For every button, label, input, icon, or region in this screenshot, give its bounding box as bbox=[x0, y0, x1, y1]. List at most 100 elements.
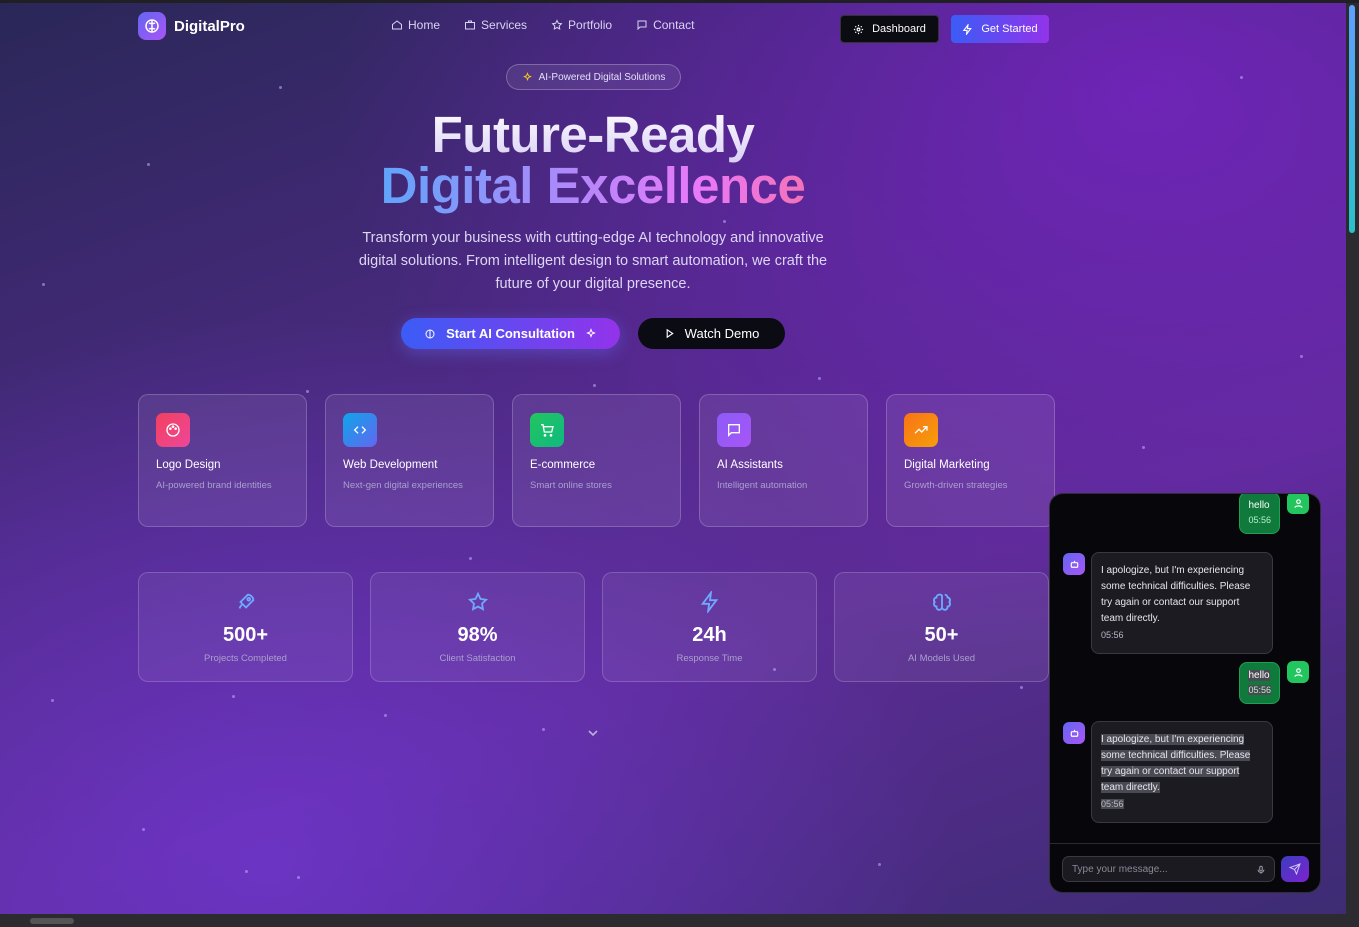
chat-widget: hello 05:56 I apologize, but I'm experie… bbox=[1049, 493, 1321, 893]
user-avatar-icon bbox=[1287, 661, 1309, 683]
chat-message-input[interactable]: Type your message... bbox=[1062, 856, 1275, 882]
nav-link-home[interactable]: Home bbox=[391, 18, 440, 32]
code-icon bbox=[343, 413, 377, 447]
stat-value: 500+ bbox=[222, 624, 269, 646]
nav-links: Home Services Portfolio Contact bbox=[391, 18, 694, 32]
demo-label: Watch Demo bbox=[684, 326, 760, 341]
top-navigation: DigitalPro Home Services Portfolio Conta… bbox=[0, 3, 1346, 49]
service-title: E-commerce bbox=[530, 459, 596, 471]
zap-icon bbox=[700, 589, 718, 615]
stat-value: 98% bbox=[457, 624, 498, 646]
horizontal-scrollbar[interactable] bbox=[0, 914, 1359, 927]
service-description: Intelligent automation bbox=[717, 480, 808, 491]
service-title: Digital Marketing bbox=[904, 459, 990, 471]
chat-message-user: hello 05:56 bbox=[1239, 494, 1280, 534]
service-card-logo-design[interactable]: Logo Design AI-powered brand identities bbox=[138, 394, 307, 527]
stat-value: 24h bbox=[692, 624, 727, 646]
star-icon bbox=[467, 591, 488, 611]
star-decoration bbox=[1240, 76, 1243, 79]
sparkles-icon bbox=[586, 327, 596, 338]
message-time: 05:56 bbox=[1101, 799, 1124, 809]
stats-row: 500+ Projects Completed 98% Client Satis… bbox=[138, 572, 1049, 682]
home-icon bbox=[392, 20, 402, 30]
chevron-down-icon[interactable] bbox=[585, 725, 601, 741]
star-decoration bbox=[279, 86, 282, 89]
scrollbar-thumb[interactable] bbox=[30, 918, 74, 924]
star-decoration bbox=[306, 390, 309, 393]
service-card-ai-assistants[interactable]: AI Assistants Intelligent automation bbox=[699, 394, 868, 527]
brain-icon bbox=[932, 593, 951, 611]
cart-icon bbox=[530, 413, 564, 447]
stat-card: 500+ Projects Completed bbox=[138, 572, 353, 682]
star-icon bbox=[551, 19, 563, 30]
star-decoration bbox=[297, 876, 300, 879]
service-title: AI Assistants bbox=[717, 459, 783, 471]
badge-label: AI-Powered Digital Solutions bbox=[538, 71, 666, 83]
star-decoration bbox=[1300, 355, 1303, 358]
hero-title-line2: Digital Excellence bbox=[0, 156, 1186, 215]
scrollbar-thumb[interactable] bbox=[1349, 5, 1355, 233]
nav-link-contact[interactable]: Contact bbox=[636, 18, 694, 32]
services-grid: Logo Design AI-powered brand identities … bbox=[138, 394, 1055, 527]
service-card-digital-marketing[interactable]: Digital Marketing Growth-driven strategi… bbox=[886, 394, 1055, 527]
message-text: I apologize, but I'm experiencing some t… bbox=[1101, 734, 1251, 793]
service-card-web-development[interactable]: Web Development Next-gen digital experie… bbox=[325, 394, 494, 527]
rocket-icon bbox=[238, 593, 254, 609]
message-text: I apologize, but I'm experiencing some t… bbox=[1101, 565, 1251, 624]
gear-icon bbox=[853, 24, 864, 34]
zap-icon bbox=[963, 23, 973, 35]
star-decoration bbox=[384, 714, 387, 717]
star-decoration bbox=[469, 557, 472, 560]
get-started-button[interactable]: Get Started bbox=[951, 15, 1049, 43]
brain-icon bbox=[138, 12, 166, 40]
chat-message-bot: I apologize, but I'm experiencing some t… bbox=[1091, 552, 1273, 654]
stat-label: AI Models Used bbox=[907, 653, 976, 664]
star-decoration bbox=[1020, 686, 1023, 689]
service-description: Next-gen digital experiences bbox=[343, 480, 463, 491]
service-description: Growth-driven strategies bbox=[904, 480, 1008, 491]
message-icon bbox=[637, 20, 647, 31]
service-description: Smart online stores bbox=[530, 480, 612, 491]
bot-avatar-icon bbox=[1063, 722, 1085, 744]
nav-link-label: Services bbox=[481, 18, 528, 32]
send-button[interactable] bbox=[1281, 856, 1309, 882]
user-avatar-icon bbox=[1287, 494, 1309, 514]
brand[interactable]: DigitalPro bbox=[138, 12, 245, 40]
star-decoration bbox=[51, 699, 54, 702]
bot-avatar-icon bbox=[1063, 553, 1085, 575]
ai-badge: AI-Powered Digital Solutions bbox=[506, 64, 681, 90]
star-decoration bbox=[1142, 446, 1145, 449]
star-decoration bbox=[542, 728, 545, 731]
stat-label: Projects Completed bbox=[204, 653, 287, 664]
chat-divider bbox=[1050, 843, 1320, 844]
nav-link-services[interactable]: Services bbox=[464, 18, 527, 32]
message-time: 05:56 bbox=[1101, 630, 1124, 640]
chat-input-placeholder: Type your message... bbox=[1072, 863, 1168, 875]
palette-icon bbox=[156, 413, 190, 447]
cta-label: Start AI Consultation bbox=[446, 326, 575, 341]
sparkles-icon bbox=[522, 71, 532, 81]
vertical-scrollbar[interactable] bbox=[1346, 3, 1359, 914]
service-card-ecommerce[interactable]: E-commerce Smart online stores bbox=[512, 394, 681, 527]
dashboard-button[interactable]: Dashboard bbox=[840, 15, 939, 43]
nav-link-label: Contact bbox=[653, 18, 695, 32]
star-decoration bbox=[142, 828, 145, 831]
watch-demo-button[interactable]: Watch Demo bbox=[638, 318, 785, 349]
message-time: 05:56 bbox=[1248, 685, 1271, 695]
message-time: 05:56 bbox=[1248, 515, 1271, 525]
nav-link-portfolio[interactable]: Portfolio bbox=[551, 18, 612, 32]
message-text: hello bbox=[1248, 670, 1270, 681]
service-title: Web Development bbox=[343, 459, 438, 471]
message-text: hello bbox=[1248, 500, 1270, 511]
star-decoration bbox=[232, 695, 235, 698]
stat-card: 24h Response Time bbox=[602, 572, 817, 682]
service-title: Logo Design bbox=[156, 459, 221, 471]
star-decoration bbox=[245, 870, 248, 873]
stat-label: Response Time bbox=[676, 653, 743, 664]
microphone-icon[interactable] bbox=[1256, 864, 1266, 876]
chat-icon bbox=[717, 413, 751, 447]
play-icon bbox=[666, 328, 674, 339]
dashboard-label: Dashboard bbox=[872, 23, 926, 35]
get-started-label: Get Started bbox=[981, 23, 1038, 35]
start-ai-consultation-button[interactable]: Start AI Consultation bbox=[401, 318, 620, 349]
